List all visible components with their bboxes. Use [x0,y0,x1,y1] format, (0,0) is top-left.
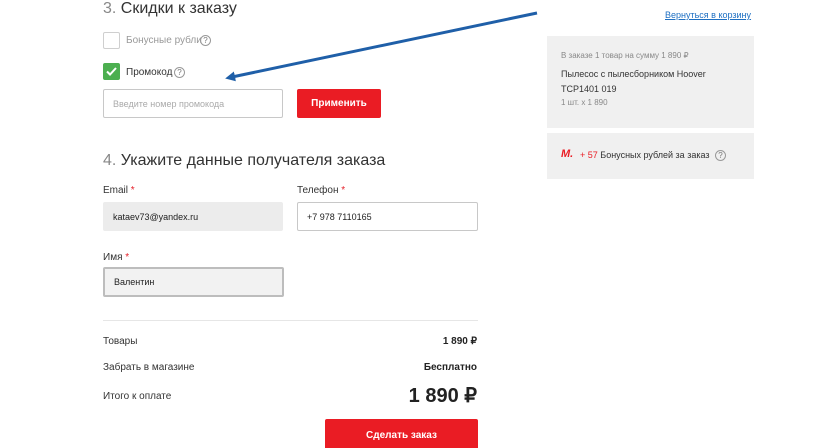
order-summary-card: В заказе 1 товар на сумму 1 890 ₽ Пылесо… [547,36,754,128]
bonus-text: + 57 Бонусных рублей за заказ [580,150,710,160]
summary-divider [103,320,478,321]
product-name: Пылесос с пылесборником Hoover TCP1401 0… [561,69,706,94]
total-label: Итого к оплате [103,391,172,402]
email-label: Email * [103,185,135,196]
phone-label: Телефон * [297,185,346,196]
pickup-value: Бесплатно [423,362,477,373]
place-order-button[interactable]: Сделать заказ [325,419,478,448]
back-to-cart-link[interactable]: Вернуться в корзину [665,10,751,20]
total-value: 1 890 ₽ [408,385,477,407]
goods-value: 1 890 ₽ [442,336,477,347]
name-label: Имя * [103,252,130,263]
product-quantity: 1 шт. x 1 890 [561,98,608,107]
phone-field[interactable]: +7 978 7110165 [297,202,478,231]
email-field[interactable]: kataev73@yandex.ru [103,202,283,231]
goods-label: Товары [103,336,138,347]
bonus-info-icon[interactable]: ? [715,150,726,161]
recipient-title: 4. Укажите данные получателя заказа [103,152,386,169]
mvideo-logo-icon: М. [561,148,574,160]
order-info-text: В заказе 1 товар на сумму 1 890 ₽ [561,51,689,60]
bonus-card: М. + 57 Бонусных рублей за заказ ? [547,133,754,179]
pickup-label: Забрать в магазине [103,362,195,373]
name-field[interactable]: Валентин [103,267,284,297]
